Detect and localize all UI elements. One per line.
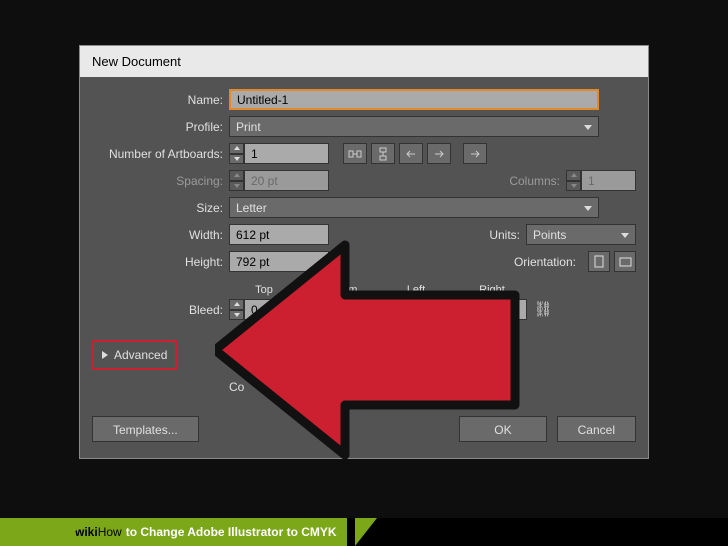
columns-stepper	[566, 170, 636, 191]
banner-title: to Change Adobe Illustrator to CMYK	[126, 525, 337, 539]
bleed-right-stepper[interactable]	[457, 299, 527, 320]
name-input[interactable]	[229, 89, 599, 110]
bleed-right-label: Right	[479, 284, 505, 296]
orientation-label: Orientation:	[492, 255, 582, 269]
cancel-button[interactable]: Cancel	[557, 416, 636, 442]
bleed-right-input[interactable]	[472, 299, 527, 320]
height-label: Height:	[92, 255, 229, 269]
units-dropdown[interactable]: Points	[526, 224, 636, 245]
orientation-landscape-icon[interactable]	[614, 251, 636, 272]
bleed-link-icon[interactable]: ⛓	[533, 278, 553, 320]
height-input[interactable]	[229, 251, 329, 272]
bleed-bottom-label: Bottom	[323, 284, 358, 296]
new-document-dialog: New Document Name: Profile: Print Number…	[79, 45, 649, 459]
grid-by-column-icon[interactable]	[371, 143, 395, 164]
spacing-label: Spacing:	[92, 174, 229, 188]
stepper-down-icon	[566, 181, 581, 192]
bleed-top-label: Top	[255, 284, 273, 296]
bleed-top-input[interactable]	[244, 299, 299, 320]
bleed-top-stepper[interactable]	[229, 299, 299, 320]
columns-input	[581, 170, 636, 191]
arrange-rtl-icon[interactable]	[399, 143, 423, 164]
artboards-input[interactable]	[244, 143, 329, 164]
spacing-input	[244, 170, 329, 191]
dialog-content: Name: Profile: Print Number of Artboards…	[80, 77, 648, 458]
profile-label: Profile:	[92, 120, 229, 134]
dialog-titlebar[interactable]: New Document	[80, 46, 648, 77]
templates-button[interactable]: Templates...	[92, 416, 199, 442]
bleed-label: Bleed:	[92, 303, 229, 317]
bleed-left-label: Left	[407, 284, 425, 296]
dialog-title: New Document	[92, 54, 181, 69]
width-label: Width:	[92, 228, 229, 242]
artboards-label: Number of Artboards:	[92, 147, 229, 161]
stepper-up-icon	[229, 170, 244, 181]
color-mode-summary: Co	[229, 380, 244, 394]
stepper-down-icon	[229, 181, 244, 192]
footer-banner: wikiHow to Change Adobe Illustrator to C…	[0, 518, 728, 546]
arrange-ltr-icon[interactable]	[427, 143, 451, 164]
width-input[interactable]	[229, 224, 329, 245]
chevron-right-icon	[102, 351, 108, 359]
pixel-grid-summary: gn to Pixel Grid:No	[284, 380, 385, 394]
orientation-portrait-icon[interactable]	[588, 251, 610, 272]
stepper-up-icon	[566, 170, 581, 181]
stepper-down-icon[interactable]	[229, 154, 244, 165]
banner-brand: wiki	[75, 525, 98, 539]
advanced-toggle[interactable]: Advanced	[92, 340, 177, 370]
bleed-bottom-input[interactable]	[320, 299, 375, 320]
artboards-stepper[interactable]	[229, 143, 329, 164]
bleed-left-input[interactable]	[396, 299, 451, 320]
bleed-bottom-stepper[interactable]	[305, 299, 375, 320]
arrange-single-icon[interactable]	[463, 143, 487, 164]
grid-by-row-icon[interactable]	[343, 143, 367, 164]
ok-button[interactable]: OK	[459, 416, 546, 442]
stepper-up-icon[interactable]	[229, 143, 244, 154]
columns-label: Columns:	[496, 174, 566, 188]
banner-how: How	[98, 525, 122, 539]
bleed-left-stepper[interactable]	[381, 299, 451, 320]
name-label: Name:	[92, 93, 229, 107]
spacing-stepper	[229, 170, 329, 191]
size-label: Size:	[92, 201, 229, 215]
profile-dropdown[interactable]: Print	[229, 116, 599, 137]
size-dropdown[interactable]: Letter	[229, 197, 599, 218]
units-label: Units:	[466, 228, 526, 242]
